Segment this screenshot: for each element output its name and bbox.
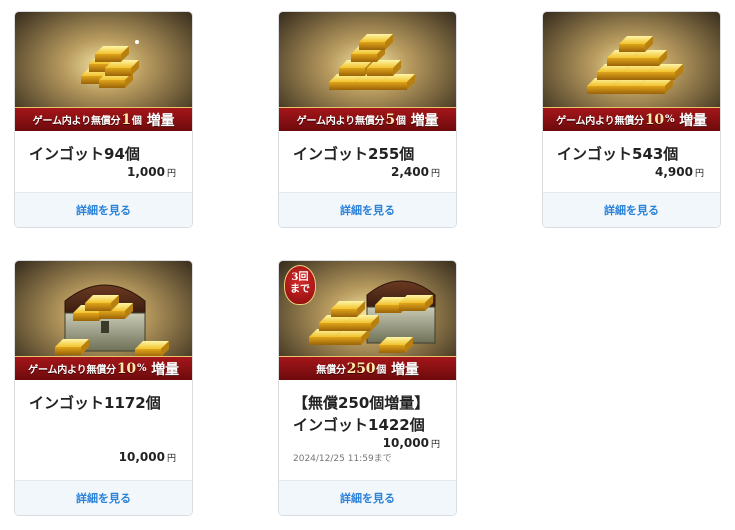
bonus-banner: ゲーム内より無償分 10% 増量 [15, 356, 192, 380]
product-price: 4,900 円 [655, 165, 704, 179]
product-title: インゴット255個 [293, 145, 415, 163]
sale-deadline: 2024/12/25 11:59まで [293, 454, 392, 464]
view-details-button[interactable]: 詳細を見る [15, 192, 192, 227]
view-details-button[interactable]: 詳細を見る [15, 480, 192, 515]
limit-badge: 3回 まで [284, 265, 316, 305]
product-title: インゴット543個 [557, 145, 679, 163]
product-image[interactable]: ゲーム内より無償分 10% 増量 [15, 261, 192, 380]
product-title: インゴット1422個 [293, 416, 425, 434]
product-image[interactable]: ゲーム内より無償分 5 個増量 [279, 12, 456, 131]
product-image[interactable]: 3回 まで 無償分 250 個増量 [279, 261, 456, 380]
product-card-2[interactable]: ゲーム内より無償分 5 個増量 インゴット255個 2,400 円 詳細を見る [278, 11, 457, 228]
view-details-button[interactable]: 詳細を見る [279, 192, 456, 227]
bonus-banner: ゲーム内より無償分 5 個増量 [279, 107, 456, 131]
product-price: 1,000 円 [127, 165, 176, 179]
product-title: インゴット1172個 [29, 394, 161, 412]
view-details-button[interactable]: 詳細を見る [279, 480, 456, 515]
product-price: 10,000 円 [118, 450, 176, 464]
product-card-5[interactable]: 3回 まで 無償分 250 個増量 【無償250個増量】 インゴット1422個 10… [278, 260, 457, 516]
bonus-banner: ゲーム内より無償分 10% 増量 [543, 107, 720, 131]
product-card-3[interactable]: ゲーム内より無償分 10% 増量 インゴット543個 4,900 円 詳細を見る [542, 11, 721, 228]
product-image[interactable]: ゲーム内より無償分 10% 増量 [543, 12, 720, 131]
bonus-banner: 無償分 250 個増量 [279, 356, 456, 380]
product-price: 10,000 円 [382, 436, 440, 450]
product-card-1[interactable]: ゲーム内より無償分 1 個増量 インゴット94個 1,000 円 詳細を見る [14, 11, 193, 228]
product-image[interactable]: ゲーム内より無償分 1 個増量 [15, 12, 192, 131]
bonus-banner: ゲーム内より無償分 1 個増量 [15, 107, 192, 131]
view-details-button[interactable]: 詳細を見る [543, 192, 720, 227]
product-card-4[interactable]: ゲーム内より無償分 10% 増量 インゴット1172個 10,000 円 詳細を見る [14, 260, 193, 516]
product-subtitle: 【無償250個増量】 [293, 394, 430, 412]
product-price: 2,400 円 [391, 165, 440, 179]
product-title: インゴット94個 [29, 145, 140, 163]
